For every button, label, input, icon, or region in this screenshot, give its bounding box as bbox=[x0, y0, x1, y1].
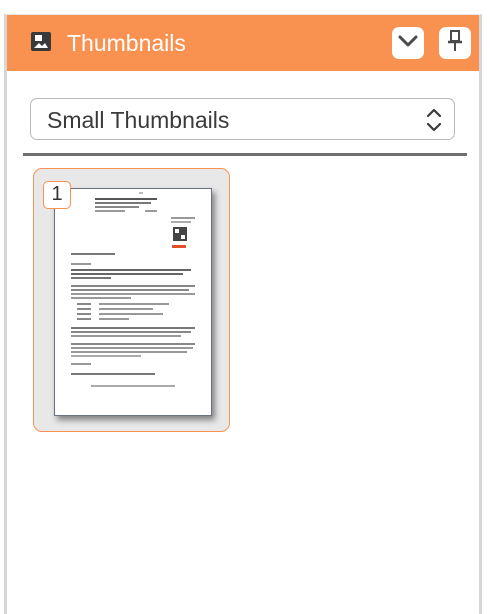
pin-icon bbox=[447, 29, 463, 57]
divider bbox=[23, 153, 467, 156]
select-arrows-icon bbox=[424, 106, 444, 134]
panel-header: Thumbnails bbox=[7, 15, 479, 71]
panel-title: Thumbnails bbox=[67, 30, 186, 56]
page-thumbnail[interactable]: 1 bbox=[33, 168, 230, 432]
select-value: Small Thumbnails bbox=[47, 107, 230, 133]
thumbnail-size-select[interactable]: Small Thumbnails bbox=[30, 98, 455, 140]
page-preview-image bbox=[54, 188, 212, 416]
chevron-down-icon bbox=[397, 34, 419, 53]
thumbnails-panel: Thumbnails Small Thumbnails 1 bbox=[4, 14, 482, 614]
collapse-button[interactable] bbox=[392, 27, 424, 59]
pin-button[interactable] bbox=[439, 27, 471, 59]
page-number-badge: 1 bbox=[43, 181, 71, 209]
thumbnails-panel-icon bbox=[31, 32, 53, 52]
